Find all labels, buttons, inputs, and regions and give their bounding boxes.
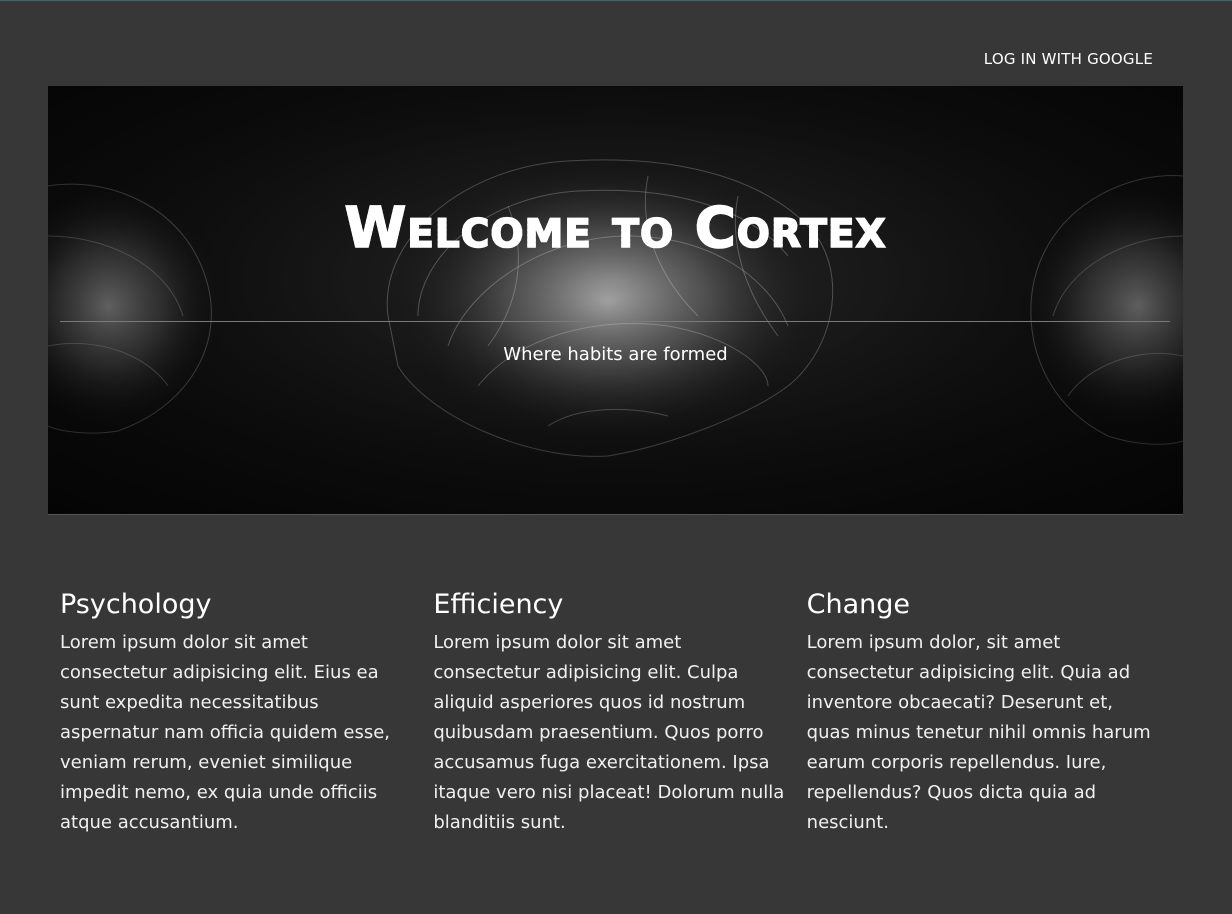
features-section: Psychology Lorem ipsum dolor sit amet co… [60,588,1180,838]
feature-body: Lorem ipsum dolor, sit amet consectetur … [806,632,1151,833]
hero-divider [60,321,1170,322]
hero-title: Welcome to Cortex [48,195,1183,262]
brain-xray-image [48,86,1183,514]
feature-title: Change [806,589,911,620]
feature-body: Lorem ipsum dolor sit amet consectetur a… [433,632,785,833]
hero-banner: Welcome to Cortex Where habits are forme… [48,86,1183,515]
feature-title: Efficiency [433,589,564,620]
feature-body: Lorem ipsum dolor sit amet consectetur a… [60,632,390,833]
hero-title-text: Welcome to Cortex [334,195,896,262]
feature-title: Psychology [60,589,212,620]
feature-psychology: Psychology Lorem ipsum dolor sit amet co… [60,588,433,838]
hero-subtitle: Where habits are formed [503,344,728,365]
login-with-google-link[interactable]: LOG IN WITH GOOGLE [984,50,1153,68]
page: LOG IN WITH GOOGLE Welcome to Cortex Whe… [0,0,1232,914]
top-nav: LOG IN WITH GOOGLE [984,48,1153,70]
feature-efficiency: Efficiency Lorem ipsum dolor sit amet co… [433,588,806,838]
feature-change: Change Lorem ipsum dolor, sit amet conse… [807,588,1180,838]
